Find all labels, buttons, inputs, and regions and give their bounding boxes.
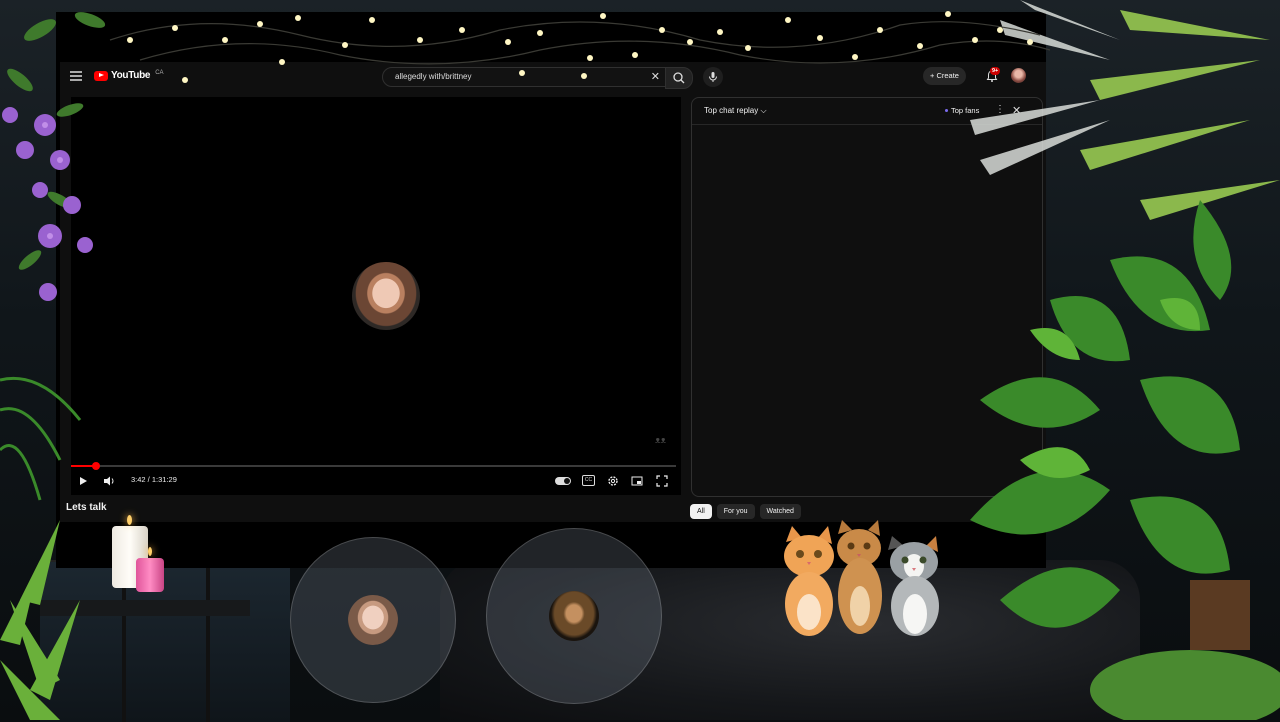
voice-search-button[interactable]: [703, 67, 723, 87]
search-query: allegedly with/brittney: [395, 72, 472, 81]
orange-kitten: [784, 526, 834, 636]
kittens-illustration: [784, 520, 939, 636]
left-plants-decoration: [0, 12, 106, 720]
filter-chips: All For you Watched: [690, 504, 801, 519]
speaker-avatar: [348, 595, 398, 645]
fullscreen-icon[interactable]: [655, 474, 669, 488]
video-player[interactable]: ᴥᴥ 3:42 / 1:31:29 CC: [71, 97, 681, 495]
right-plant-decoration: [970, 0, 1280, 720]
top-fans-icon: [945, 109, 948, 112]
chip-watched[interactable]: Watched: [759, 504, 801, 519]
youtube-window: YouTube CA allegedly with/brittney ✕ + C…: [60, 62, 1046, 522]
country-code: CA: [155, 69, 164, 76]
clear-icon[interactable]: ✕: [651, 70, 660, 83]
masthead: YouTube CA allegedly with/brittney ✕ + C…: [60, 62, 1046, 90]
channel-watermark[interactable]: ᴥᴥ: [655, 435, 666, 445]
search-icon: [673, 72, 685, 84]
search-button[interactable]: [665, 67, 693, 89]
chip-all[interactable]: All: [690, 504, 712, 519]
miniplayer-icon[interactable]: [630, 474, 644, 488]
captions-button[interactable]: CC: [582, 475, 595, 486]
mic-icon: [709, 72, 717, 82]
speaker-bubble: [290, 537, 456, 703]
autoplay-toggle[interactable]: [555, 477, 571, 485]
channel-avatar: [352, 262, 420, 330]
progress-bar[interactable]: [71, 465, 676, 467]
speaker-avatar: [549, 591, 599, 641]
chat-mode-dropdown[interactable]: Top chat replay ⌵: [704, 106, 767, 116]
chip-for-you[interactable]: For you: [716, 504, 755, 519]
calico-kitten: [888, 536, 939, 636]
speaker-bubble: [486, 528, 662, 704]
search-input[interactable]: allegedly with/brittney ✕: [382, 67, 667, 87]
tabby-kitten: [837, 520, 882, 634]
gear-icon[interactable]: [606, 474, 620, 488]
